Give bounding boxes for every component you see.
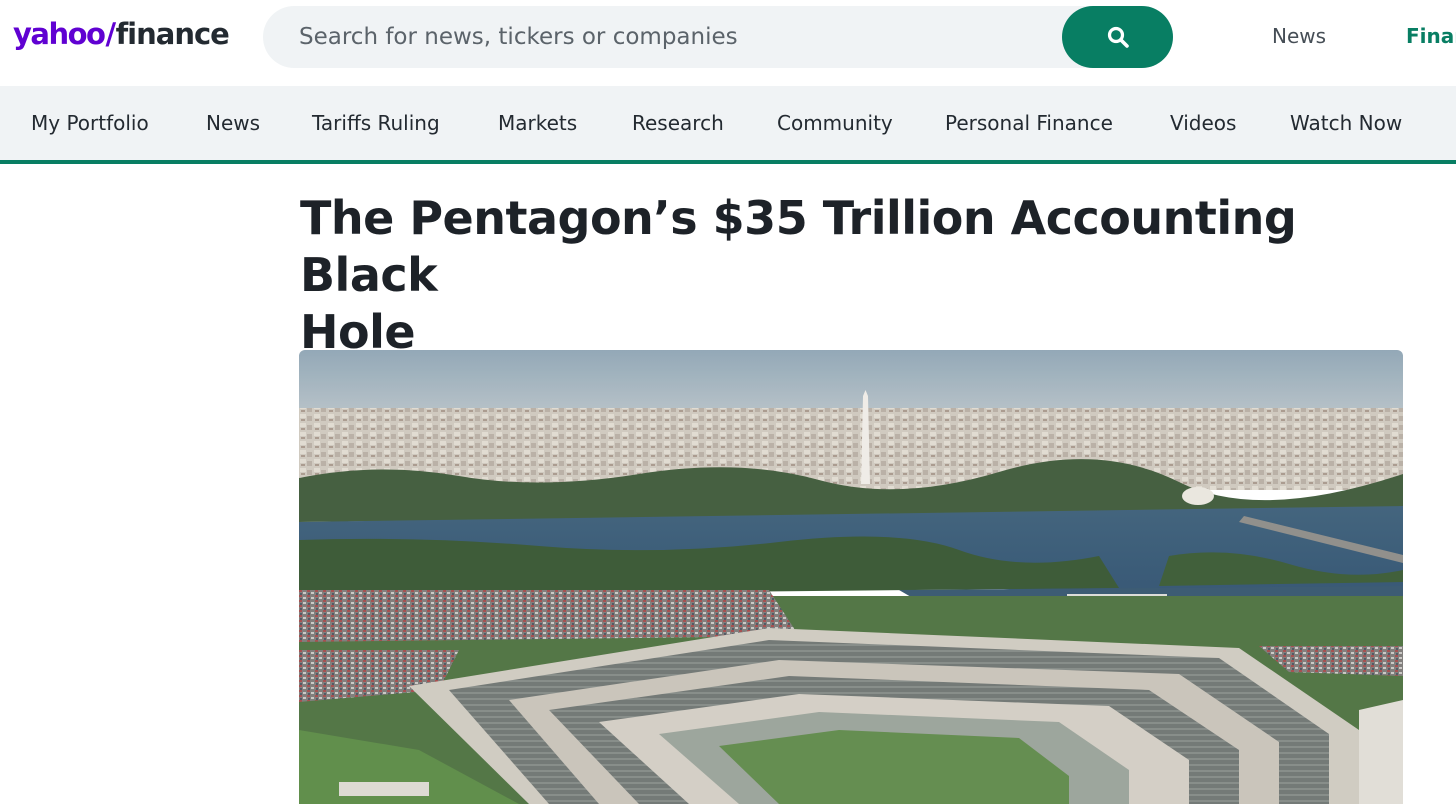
main-nav: My Portfolio News Tariffs Ruling Markets… (0, 86, 1456, 164)
nav-item-community[interactable]: Community (777, 111, 893, 135)
headline-line-1: The Pentagon’s $35 Trillion Accounting B… (300, 191, 1297, 302)
logo-finance-text: finance (115, 17, 230, 51)
article-headline: The Pentagon’s $35 Trillion Accounting B… (300, 190, 1410, 361)
logo-yahoo-text: yahoo (13, 17, 106, 51)
search-button[interactable] (1062, 6, 1173, 68)
article-hero-image[interactable] (299, 350, 1403, 804)
pentagon-aerial-photo (299, 350, 1403, 804)
nav-item-personal-finance[interactable]: Personal Finance (945, 111, 1113, 135)
top-header: yahoo / finance News Finar (0, 0, 1456, 86)
yahoo-finance-logo[interactable]: yahoo / finance (13, 17, 230, 57)
nav-item-research[interactable]: Research (632, 111, 724, 135)
nav-item-videos[interactable]: Videos (1170, 111, 1236, 135)
nav-item-news[interactable]: News (206, 111, 260, 135)
search-bar (263, 6, 1173, 68)
nav-item-watch-now[interactable]: Watch Now (1290, 111, 1402, 135)
top-link-finance[interactable]: Finar (1406, 24, 1456, 48)
nav-item-my-portfolio[interactable]: My Portfolio (31, 111, 149, 135)
nav-item-markets[interactable]: Markets (498, 111, 577, 135)
top-link-news[interactable]: News (1272, 24, 1326, 48)
logo-slash: / (105, 17, 116, 51)
search-input[interactable] (299, 6, 1059, 68)
search-icon (1107, 26, 1129, 48)
nav-item-tariffs-ruling[interactable]: Tariffs Ruling (312, 111, 440, 135)
